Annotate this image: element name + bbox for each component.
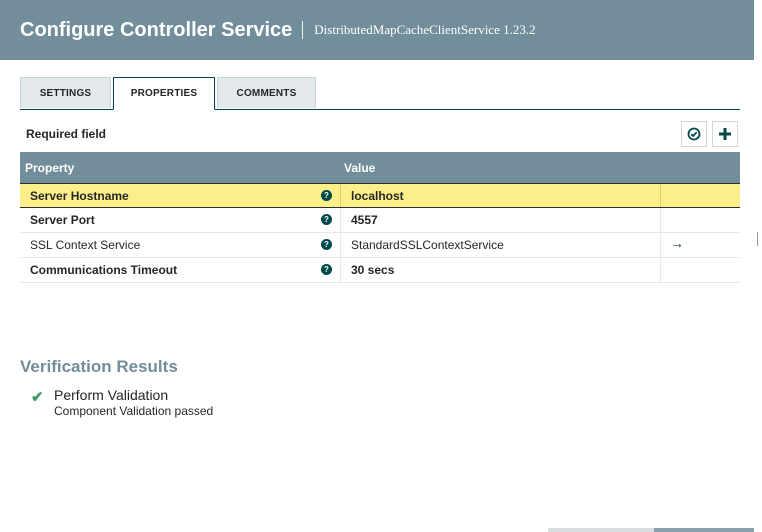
tab-settings[interactable]: SETTINGS [20, 77, 111, 108]
property-name: Server Hostname [30, 189, 129, 203]
property-name: SSL Context Service [30, 238, 141, 252]
header-divider [302, 21, 304, 39]
property-value[interactable]: 4557 [351, 213, 378, 227]
property-name: Communications Timeout [30, 263, 178, 277]
footer-edge-dark [654, 528, 754, 532]
column-divider [340, 258, 341, 282]
column-divider [340, 184, 341, 207]
verification-results-heading: Verification Results [20, 357, 178, 376]
column-divider [340, 208, 341, 232]
column-divider [660, 258, 661, 282]
table-row[interactable]: Communications Timeout ? 30 secs [20, 258, 740, 283]
help-icon[interactable]: ? [321, 239, 332, 250]
property-value[interactable]: StandardSSLContextService [351, 238, 504, 252]
column-divider [660, 233, 661, 257]
go-to-service-arrow-icon[interactable]: → [670, 235, 684, 251]
column-header-property: Property [25, 161, 75, 175]
table-row[interactable]: Server Port ? 4557 [20, 208, 740, 233]
column-divider [660, 208, 661, 232]
table-row[interactable]: SSL Context Service ? StandardSSLContext… [20, 233, 740, 258]
background-canvas-edge [754, 0, 762, 532]
help-icon[interactable]: ? [321, 214, 332, 225]
dialog-subtitle: DistributedMapCacheClientService 1.23.2 [314, 22, 536, 37]
footer-edge-light [548, 528, 654, 532]
property-value[interactable]: 30 secs [351, 263, 394, 277]
column-divider [660, 184, 661, 207]
property-value[interactable]: localhost [351, 189, 404, 203]
help-icon[interactable]: ? [321, 190, 332, 201]
add-property-button[interactable] [712, 121, 738, 147]
canvas-edge-mark [757, 232, 762, 246]
dialog-title: Configure Controller Service [20, 18, 293, 41]
verify-button[interactable] [681, 121, 707, 147]
configure-controller-service-dialog: Configure Controller Service Distributed… [0, 0, 755, 532]
column-divider [340, 233, 341, 257]
properties-table: Property Value Server Hostname ? localho… [20, 152, 740, 283]
verification-item-name: Perform Validation [54, 387, 169, 403]
table-header: Property Value [20, 152, 740, 183]
column-header-value: Value [344, 161, 376, 175]
tab-bar: SETTINGS PROPERTIES COMMENTS [20, 77, 740, 110]
help-icon[interactable]: ? [321, 264, 332, 275]
verification-item-message: Component Validation passed [54, 404, 214, 418]
tab-properties[interactable]: PROPERTIES [113, 77, 215, 110]
plus-icon [719, 128, 731, 140]
property-name: Server Port [30, 213, 95, 227]
tab-comments[interactable]: COMMENTS [217, 77, 316, 108]
check-circle-icon [687, 127, 701, 141]
required-field-label: Required field [26, 127, 107, 141]
table-row[interactable]: Server Hostname ? localhost [20, 183, 740, 208]
checkmark-icon: ✔ [31, 389, 44, 406]
dialog-header: Configure Controller Service Distributed… [0, 0, 754, 60]
